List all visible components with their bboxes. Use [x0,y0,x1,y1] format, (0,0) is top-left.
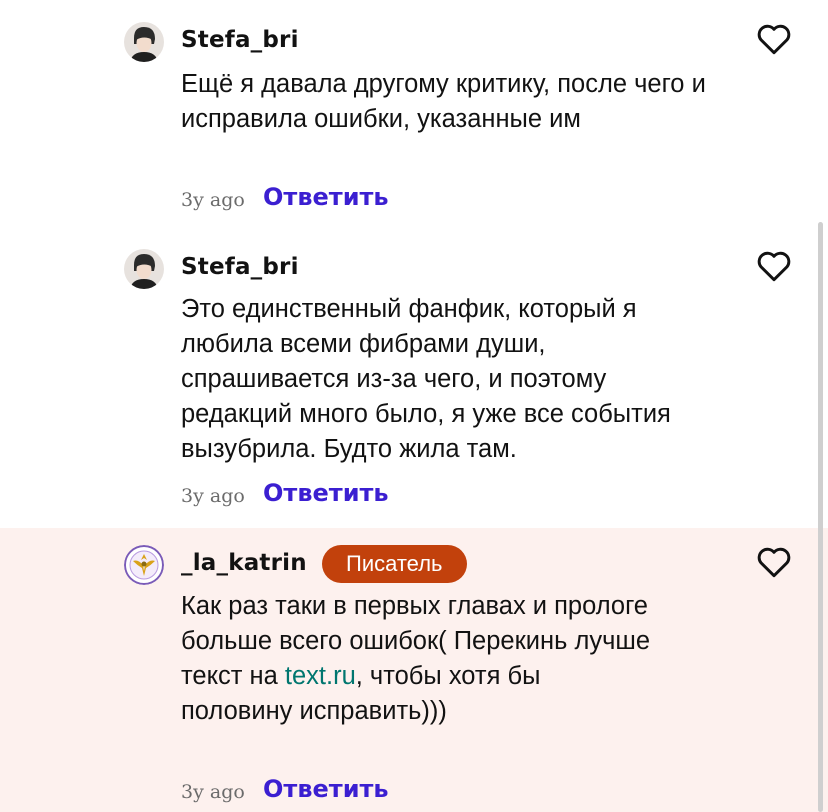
writer-badge: Писатель [322,545,467,583]
heart-icon[interactable] [755,248,793,282]
heart-icon[interactable] [755,21,793,55]
author-comment: _la_katrin Писатель Как раз таки в первы… [0,528,828,812]
comment-username[interactable]: _la_katrin [181,550,307,576]
comment-time: 3y ago [181,189,245,211]
reply-button[interactable]: Ответить [263,479,389,507]
comment-username[interactable]: Stefa_bri [181,27,299,53]
comment-text: Ещё я давала другому критику, после чего… [181,70,706,133]
comment: Stefa_bri Ещё я давала другому критику, … [0,0,828,228]
comment-time: 3y ago [181,485,245,507]
comment-text: Это единственный фанфик, который я любил… [181,295,671,463]
text-link[interactable]: text.ru [285,662,356,690]
emblem-avatar-icon[interactable] [124,545,164,585]
comment: Stefa_bri Это единственный фанфик, котор… [0,228,828,528]
reply-button[interactable]: Ответить [263,183,389,211]
reply-button[interactable]: Ответить [263,775,389,803]
user-avatar-icon[interactable] [124,22,164,62]
user-avatar-icon[interactable] [124,249,164,289]
comment-text: Как раз таки в первых главах и прологе б… [181,589,651,729]
heart-icon[interactable] [755,544,793,578]
scrollbar[interactable] [818,222,823,812]
comment-username[interactable]: Stefa_bri [181,254,299,280]
comment-time: 3y ago [181,781,245,803]
